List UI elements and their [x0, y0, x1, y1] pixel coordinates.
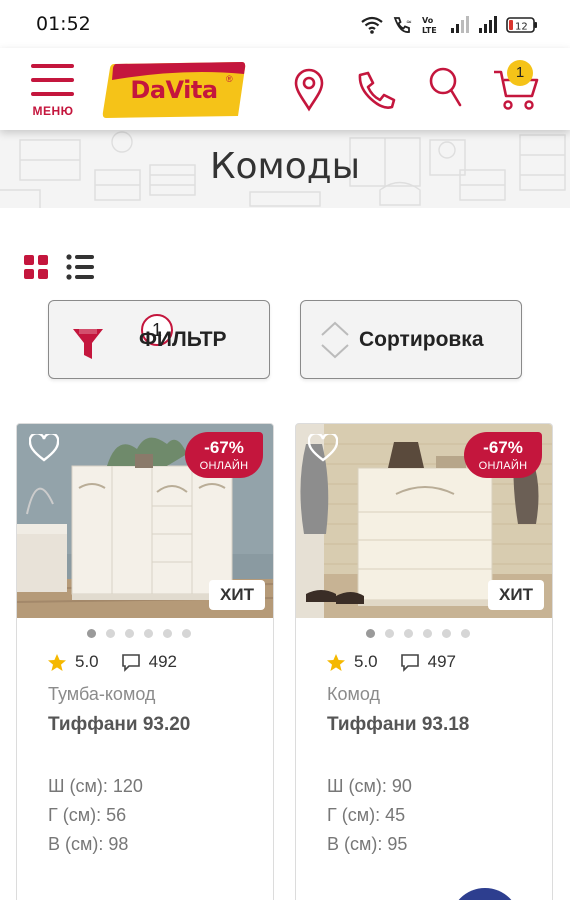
- image-carousel-dots: [366, 629, 470, 638]
- product-width: Ш (см): 120: [48, 776, 143, 796]
- product-name[interactable]: Тиффани 93.18: [327, 714, 469, 736]
- filter-label: ФИЛЬТР: [139, 328, 227, 351]
- page-title: Комоды: [209, 146, 361, 187]
- logo-registered-mark: ®: [226, 74, 233, 84]
- rating-row: 5.0 492: [47, 652, 177, 672]
- grid-cell: [38, 255, 48, 265]
- hamburger-line: [31, 78, 74, 82]
- menu-label: МЕНЮ: [32, 104, 74, 118]
- carousel-dot[interactable]: [87, 629, 96, 638]
- carousel-dot[interactable]: [182, 629, 191, 638]
- favorite-heart-icon[interactable]: [308, 434, 338, 462]
- filter-button[interactable]: 1 ФИЛЬТР: [48, 300, 270, 379]
- status-bar: 01:52 ≈ Vo LTE 12: [0, 0, 570, 48]
- carousel-dot[interactable]: [106, 629, 115, 638]
- favorite-heart-icon[interactable]: [29, 434, 59, 462]
- logo-text: DaVita: [130, 76, 218, 104]
- product-card[interactable]: -67% ОНЛАЙН ХИТ 5.0 497 Комод Тиффани 93…: [295, 423, 553, 900]
- logo[interactable]: DaVita ®: [102, 60, 246, 120]
- carousel-dot[interactable]: [423, 629, 432, 638]
- hit-badge: ХИТ: [209, 580, 265, 610]
- cart-count-badge: 1: [507, 60, 533, 86]
- product-height: В (см): 95: [327, 834, 408, 854]
- product-category: Тумба-комод: [48, 684, 156, 704]
- carousel-dot[interactable]: [144, 629, 153, 638]
- status-time: 01:52: [36, 13, 91, 35]
- signal-icon-2: [479, 16, 497, 33]
- reviews-count[interactable]: 492: [149, 652, 177, 672]
- funnel-icon: [73, 329, 103, 359]
- status-icons: ≈ Vo LTE 12: [360, 12, 538, 38]
- phone-icon[interactable]: [355, 70, 397, 110]
- sort-button[interactable]: Сортировка: [300, 300, 522, 379]
- svg-text:LTE: LTE: [422, 26, 437, 35]
- product-image[interactable]: -67% ОНЛАЙН ХИТ: [296, 424, 552, 618]
- image-carousel-dots: [87, 629, 191, 638]
- search-icon[interactable]: [428, 66, 464, 108]
- carousel-dot[interactable]: [366, 629, 375, 638]
- discount-note: ОНЛАЙН: [199, 460, 249, 472]
- hit-badge: ХИТ: [488, 580, 544, 610]
- star-icon: [48, 653, 66, 671]
- product-height: В (см): 98: [48, 834, 129, 854]
- volte-icon: VoLTE: [422, 16, 437, 35]
- rating-value: 5.0: [354, 652, 378, 671]
- list-view-icon[interactable]: [66, 254, 94, 280]
- carousel-dot[interactable]: [404, 629, 413, 638]
- svg-text:≈: ≈: [406, 18, 412, 26]
- location-pin-icon[interactable]: [293, 68, 325, 112]
- discount-note: ОНЛАЙН: [478, 460, 528, 472]
- comment-icon: [121, 653, 140, 672]
- signal-icon: [451, 16, 469, 33]
- hamburger-line: [31, 92, 74, 96]
- product-name[interactable]: Тиффани 93.20: [48, 714, 190, 736]
- category-banner: Комоды: [0, 130, 570, 208]
- site-header: МЕНЮ DaVita ® 1: [0, 48, 570, 130]
- comment-icon: [400, 653, 419, 672]
- grid-cell: [38, 269, 48, 279]
- grid-view-icon[interactable]: [24, 255, 48, 279]
- product-category: Комод: [327, 684, 380, 704]
- product-depth: Г (см): 45: [327, 805, 406, 825]
- sort-arrows-icon: [321, 321, 349, 359]
- wifi-call-icon: ≈: [393, 17, 412, 33]
- product-card[interactable]: -67% ОНЛАЙН ХИТ 5.0 492 Тумба-комод Тифф…: [16, 423, 274, 900]
- carousel-dot[interactable]: [461, 629, 470, 638]
- reviews-count[interactable]: 497: [428, 652, 456, 672]
- svg-text:Vo: Vo: [422, 16, 434, 25]
- rating-row: 5.0 497: [326, 652, 456, 672]
- star-icon: [327, 653, 345, 671]
- discount-badge: -67% ОНЛАЙН: [464, 432, 542, 478]
- product-width: Ш (см): 90: [327, 776, 412, 796]
- wifi-icon: [361, 16, 383, 34]
- grid-cell: [24, 255, 34, 265]
- carousel-dot[interactable]: [442, 629, 451, 638]
- hamburger-icon: [31, 64, 74, 68]
- grid-cell: [24, 269, 34, 279]
- rating-value: 5.0: [75, 652, 99, 671]
- product-image[interactable]: -67% ОНЛАЙН ХИТ: [17, 424, 273, 618]
- product-depth: Г (см): 56: [48, 805, 127, 825]
- carousel-dot[interactable]: [385, 629, 394, 638]
- menu-button[interactable]: МЕНЮ: [28, 62, 78, 120]
- carousel-dot[interactable]: [163, 629, 172, 638]
- discount-percent: -67%: [483, 438, 523, 457]
- discount-badge: -67% ОНЛАЙН: [185, 432, 263, 478]
- discount-percent: -67%: [204, 438, 244, 457]
- sort-label: Сортировка: [359, 328, 484, 351]
- battery-icon: 12: [506, 17, 537, 33]
- battery-level: 12: [515, 22, 528, 33]
- carousel-dot[interactable]: [125, 629, 134, 638]
